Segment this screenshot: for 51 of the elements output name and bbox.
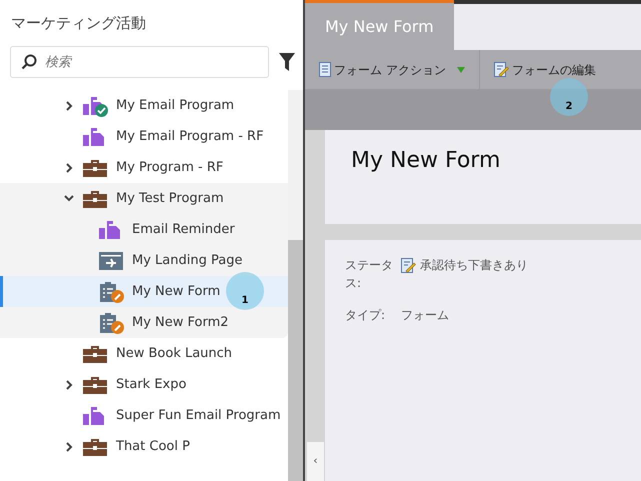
document-icon xyxy=(319,62,331,77)
step-marker: 1 xyxy=(226,272,264,310)
tree-item[interactable]: That Cool P xyxy=(0,431,288,462)
tree-item[interactable]: My Email Program - RF xyxy=(0,121,288,152)
tree-item-label: My Program - RF xyxy=(116,158,224,177)
tree-item[interactable]: My Program - RF xyxy=(0,152,288,183)
field-label: タイプ: xyxy=(345,307,386,324)
tree-item-label: My Email Program - RF xyxy=(116,128,264,146)
tree-item[interactable]: New Book Launch xyxy=(0,338,288,369)
collapse-button[interactable]: ‹ xyxy=(307,442,324,481)
form-title: My New Form xyxy=(350,147,502,175)
chevron-right-icon[interactable] xyxy=(66,442,72,452)
field-value: 承認待ち下書きあり xyxy=(420,257,529,274)
field-value: フォーム xyxy=(401,307,450,324)
tree-item-label: That Cool P xyxy=(116,438,190,456)
tree-item-label: My Test Program xyxy=(116,190,224,208)
tree-item-label: My New Form xyxy=(132,282,220,301)
tree-item[interactable]: My Test Program xyxy=(0,183,288,214)
airplane-page-icon xyxy=(98,250,124,270)
chevron-down-icon[interactable] xyxy=(64,195,74,202)
chevron-right-icon[interactable] xyxy=(66,380,72,390)
briefcase-icon xyxy=(82,436,108,456)
tree-item[interactable]: My Email Program xyxy=(0,90,288,121)
filter-icon[interactable] xyxy=(279,53,295,71)
caret-down-icon xyxy=(456,66,465,72)
step-marker: 2 xyxy=(550,78,588,116)
chevron-right-icon[interactable] xyxy=(66,100,72,110)
tree-item-label: My New Form2 xyxy=(132,314,229,332)
tree-item-label: Stark Expo xyxy=(116,376,186,394)
document-pencil-icon xyxy=(401,258,416,273)
chevron-right-icon[interactable] xyxy=(66,162,72,172)
toolbar-button[interactable]: フォーム アクション xyxy=(305,50,479,90)
briefcase-icon xyxy=(82,374,108,394)
search-icon xyxy=(21,54,37,70)
tree-item[interactable]: Email Reminder xyxy=(0,214,288,245)
briefcase-icon xyxy=(82,344,108,364)
tree-item[interactable]: Stark Expo xyxy=(0,369,288,400)
tree-item-label: Super Fun Email Program xyxy=(116,406,281,425)
briefcase-icon xyxy=(82,188,108,208)
document-pencil-icon xyxy=(494,62,509,77)
tree-item-label: My Landing Page xyxy=(132,252,242,270)
briefcase-icon xyxy=(82,158,108,178)
tree-item-label: New Book Launch xyxy=(116,344,232,363)
tree-item[interactable]: Super Fun Email Program xyxy=(0,400,288,431)
tree-item-label: Email Reminder xyxy=(132,220,235,239)
tree-item[interactable]: My New Form2 xyxy=(0,307,288,338)
tree-item-label: My Email Program xyxy=(116,96,234,115)
scrollbar-thumb[interactable] xyxy=(288,240,303,481)
field-label: ステータス: xyxy=(345,257,394,292)
panel-title: マーケティング活動 xyxy=(10,13,147,34)
search-field[interactable]: 検索 xyxy=(10,46,269,78)
